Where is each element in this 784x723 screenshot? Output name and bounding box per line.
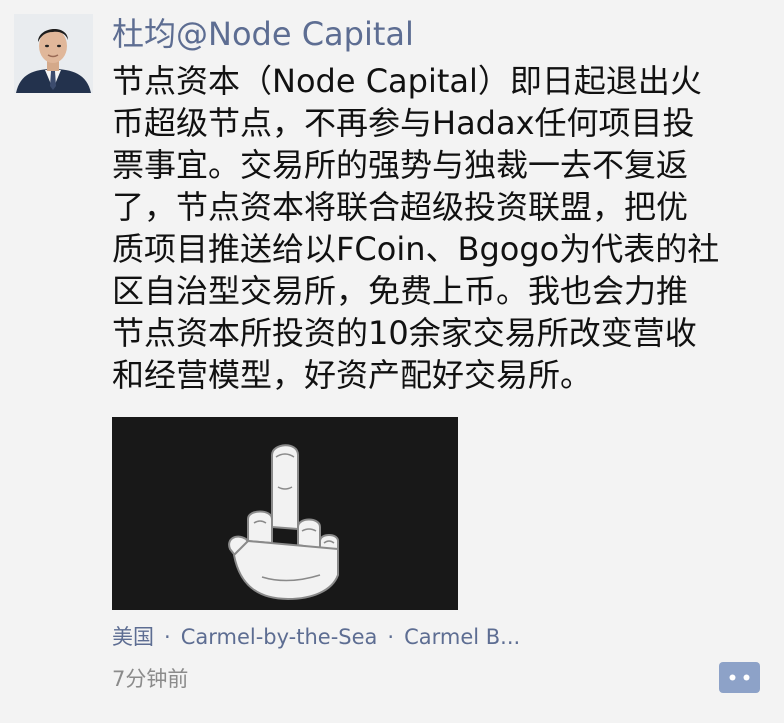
author-name[interactable]: 杜均@Node Capital — [112, 12, 414, 56]
avatar-photo — [14, 14, 93, 93]
comment-bubble-icon — [729, 674, 750, 681]
post-location[interactable]: 美国 · Carmel-by-the-Sea · Carmel B... — [112, 622, 520, 652]
location-separator: · — [164, 625, 171, 649]
post-body-line: 和经营模型，好资产配好交易所。 — [112, 356, 593, 394]
post-body-line: 票事宜。交易所的强势与独裁一去不复返 — [112, 146, 689, 184]
location-place: Carmel B... — [404, 625, 521, 649]
post-timestamp: 7分钟前 — [112, 667, 189, 691]
middle-finger-hand-icon — [112, 417, 458, 610]
post-image[interactable] — [112, 417, 458, 610]
location-city: Carmel-by-the-Sea — [180, 625, 378, 649]
post-body-line: 节点资本（Node Capital）即日起退出火 — [112, 62, 702, 100]
post-body-line: 节点资本所投资的10余家交易所改变营收 — [112, 314, 697, 352]
location-country: 美国 — [112, 625, 154, 649]
post-body: 节点资本（Node Capital）即日起退出火 币超级节点，不再参与Hadax… — [112, 60, 780, 396]
moments-post: 杜均@Node Capital 节点资本（Node Capital）即日起退出火… — [0, 0, 784, 723]
location-separator: · — [387, 625, 395, 649]
comment-button[interactable] — [719, 662, 760, 693]
post-body-line: 质项目推送给以FCoin、Bgogo为代表的社 — [112, 230, 720, 268]
author-avatar[interactable] — [14, 14, 93, 93]
post-body-line: 了，节点资本将联合超级投资联盟，把优 — [112, 188, 689, 226]
post-body-line: 币超级节点，不再参与Hadax任何项目投 — [112, 104, 695, 142]
post-body-line: 区自治型交易所，免费上币。我也会力推 — [112, 272, 689, 310]
